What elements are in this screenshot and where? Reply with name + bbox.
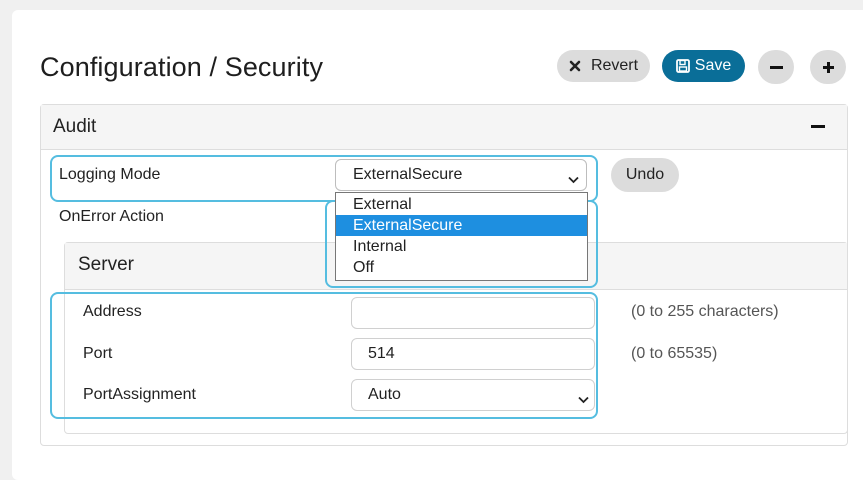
dropdown-option-external[interactable]: External [336, 194, 587, 215]
revert-button[interactable]: Revert [557, 50, 650, 82]
collapse-all-button[interactable] [758, 50, 794, 84]
x-icon [569, 60, 586, 72]
revert-label: Revert [590, 57, 639, 74]
address-hint: (0 to 255 characters) [631, 303, 779, 320]
audit-panel-header[interactable]: Audit [41, 105, 847, 150]
server-fields-highlight [50, 292, 598, 419]
dropdown-option-off[interactable]: Off [336, 257, 587, 278]
onerror-action-label: OnError Action [59, 208, 164, 225]
audit-panel-title: Audit [53, 116, 97, 137]
save-button[interactable]: Save [662, 50, 745, 82]
page-title: Configuration / Security [40, 52, 324, 82]
dropdown-option-externalsecure[interactable]: ExternalSecure [336, 215, 587, 236]
plus-icon [822, 61, 835, 74]
minus-icon [769, 65, 783, 69]
logging-mode-dropdown[interactable]: External ExternalSecure Internal Off [335, 192, 588, 281]
undo-button[interactable]: Undo [611, 158, 679, 192]
port-hint: (0 to 65535) [631, 345, 718, 362]
server-panel-title: Server [78, 254, 134, 275]
dropdown-option-internal[interactable]: Internal [336, 236, 587, 257]
expand-all-button[interactable] [810, 50, 846, 84]
collapse-section-icon[interactable] [811, 125, 825, 128]
save-label: Save [694, 57, 732, 74]
floppy-disk-icon [675, 59, 695, 73]
